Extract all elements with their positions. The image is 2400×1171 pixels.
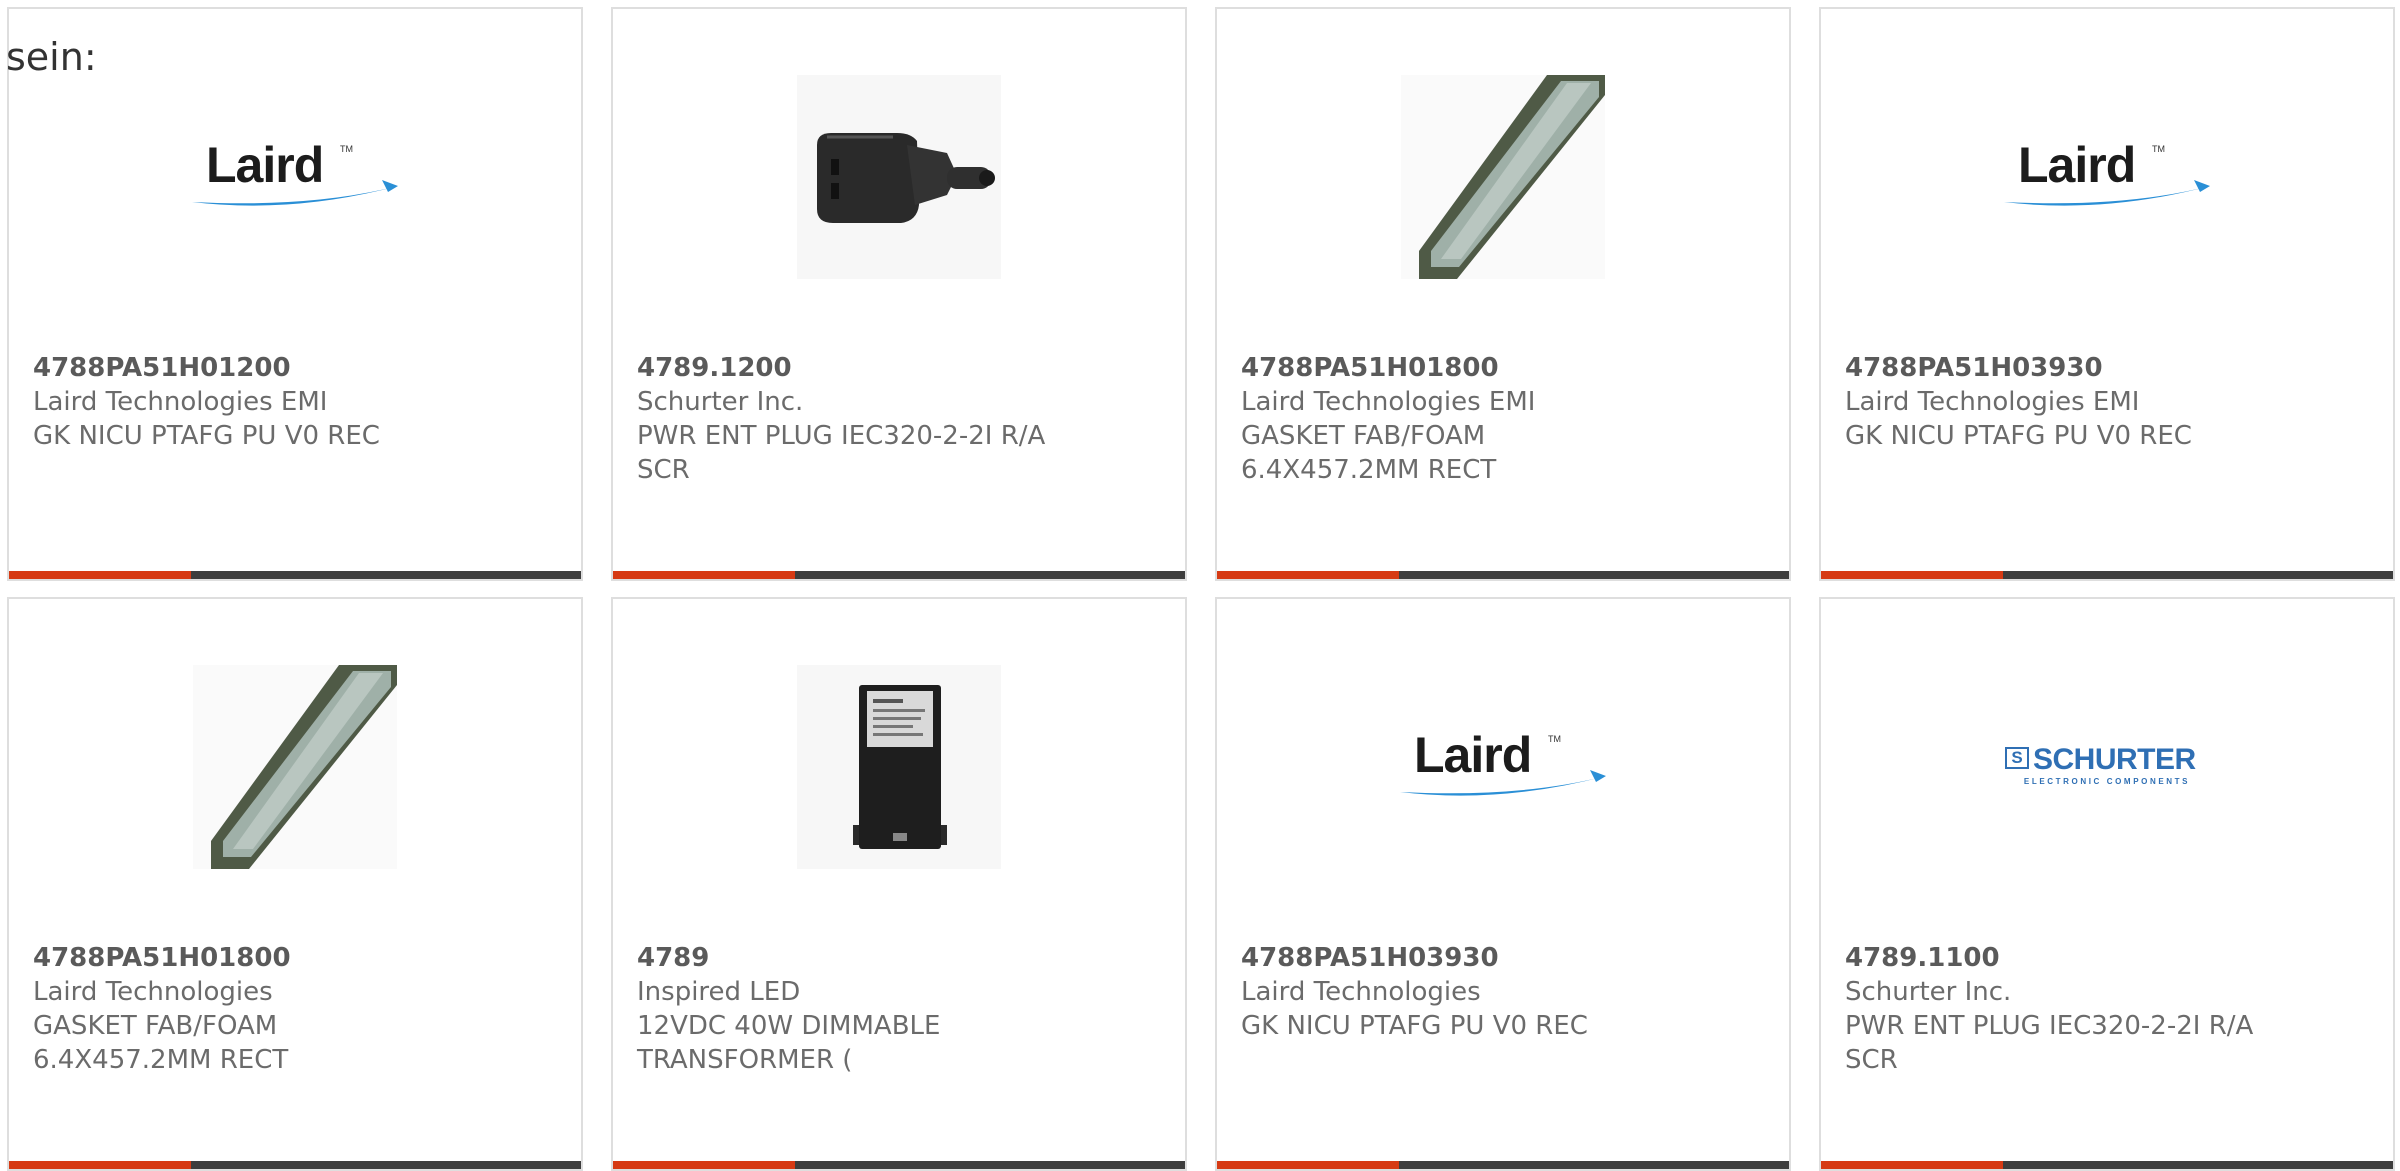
intro-text: sein: [6, 35, 97, 79]
description: GK NICU PTAFG PU V0 REC [1241, 1011, 1588, 1041]
product-image[interactable] [9, 665, 581, 869]
product-card[interactable]: 4789.1200 Schurter Inc. PWR ENT PLUG IEC… [611, 7, 1187, 581]
card-bar [613, 571, 1185, 579]
product-card[interactable]: S SCHURTER ELECTRONIC COMPONENTS 4789.11… [1819, 597, 2395, 1171]
description: GASKET FAB/FOAM 6.4X457.2MM RECT [1241, 421, 1497, 485]
manufacturer: Laird Technologies EMI [33, 387, 328, 417]
product-card[interactable]: 4789 Inspired LED 12VDC 40W DIMMABLE TRA… [611, 597, 1187, 1171]
description: PWR ENT PLUG IEC320-2-2I R/A SCR [637, 421, 1046, 485]
description: 12VDC 40W DIMMABLE TRANSFORMER ( [637, 1011, 941, 1075]
product-card[interactable]: Laird TM 4788PA51H03930 Laird Technologie… [1215, 597, 1791, 1171]
product-image[interactable] [613, 75, 1185, 279]
card-bar [9, 1161, 581, 1169]
laird-logo: Laird TM [1400, 727, 1606, 802]
card-bar [1217, 1161, 1789, 1169]
product-image[interactable]: Laird TM [1821, 75, 2393, 279]
product-card[interactable]: Laird TM 4788PA51H01200 Laird Technologie… [7, 7, 583, 581]
part-number[interactable]: 4788PA51H03930 [1845, 351, 2373, 385]
manufacturer: Laird Technologies [33, 977, 273, 1007]
transformer-photo [797, 665, 1001, 869]
part-number[interactable]: 4788PA51H01800 [1241, 351, 1769, 385]
manufacturer: Laird Technologies EMI [1845, 387, 2140, 417]
part-number[interactable]: 4789 [637, 941, 1165, 975]
description: PWR ENT PLUG IEC320-2-2I R/A SCR [1845, 1011, 2254, 1075]
card-bar [613, 1161, 1185, 1169]
description: GK NICU PTAFG PU V0 REC [33, 421, 380, 451]
product-image[interactable] [1217, 75, 1789, 279]
product-image[interactable] [613, 665, 1185, 869]
gasket-strip-photo [193, 665, 397, 869]
product-card[interactable]: 4788PA51H01800 Laird Technologies EMI GA… [1215, 7, 1791, 581]
product-image[interactable]: Laird TM [1217, 665, 1789, 869]
schurter-logo: S SCHURTER ELECTRONIC COMPONENTS [2005, 743, 2209, 789]
part-number[interactable]: 4788PA51H03930 [1241, 941, 1769, 975]
power-plug-photo [797, 75, 1001, 279]
card-bar [1217, 571, 1789, 579]
gasket-strip-photo [1401, 75, 1605, 279]
laird-logo: Laird TM [2004, 137, 2210, 212]
laird-logo: Laird TM [192, 137, 398, 212]
manufacturer: Laird Technologies [1241, 977, 1481, 1007]
manufacturer: Laird Technologies EMI [1241, 387, 1536, 417]
part-number[interactable]: 4788PA51H01200 [33, 351, 561, 385]
product-image[interactable]: S SCHURTER ELECTRONIC COMPONENTS [1821, 665, 2393, 869]
manufacturer: Schurter Inc. [637, 387, 804, 417]
part-number[interactable]: 4789.1100 [1845, 941, 2373, 975]
card-bar [1821, 1161, 2393, 1169]
description: GASKET FAB/FOAM 6.4X457.2MM RECT [33, 1011, 289, 1075]
card-bar [1821, 571, 2393, 579]
manufacturer: Inspired LED [637, 977, 801, 1007]
product-card[interactable]: 4788PA51H01800 Laird Technologies GASKET… [7, 597, 583, 1171]
product-card[interactable]: Laird TM 4788PA51H03930 Laird Technologie… [1819, 7, 2395, 581]
card-bar [9, 571, 581, 579]
part-number[interactable]: 4788PA51H01800 [33, 941, 561, 975]
description: GK NICU PTAFG PU V0 REC [1845, 421, 2192, 451]
product-image[interactable]: Laird TM [9, 75, 581, 279]
manufacturer: Schurter Inc. [1845, 977, 2012, 1007]
part-number[interactable]: 4789.1200 [637, 351, 1165, 385]
